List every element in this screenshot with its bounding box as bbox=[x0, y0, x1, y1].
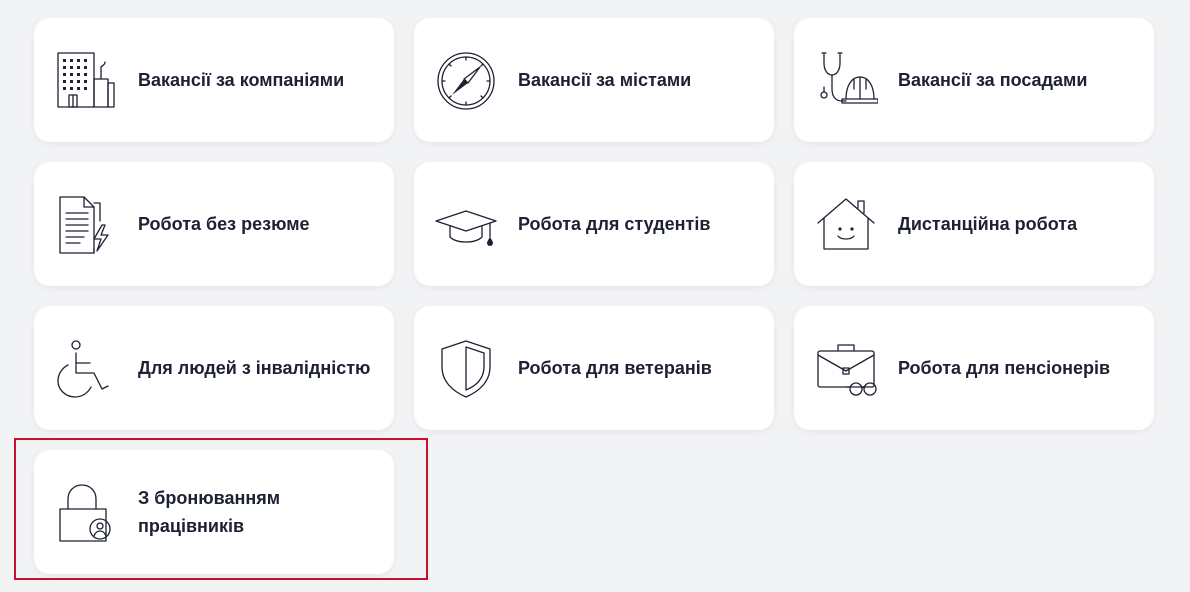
card-label: Робота для студентів bbox=[518, 214, 711, 234]
card-label: Робота для пенсіонерів bbox=[898, 358, 1111, 378]
card-work-for-pensioners[interactable]: Робота для пенсіонерів bbox=[794, 306, 1154, 430]
card-label: Робота для ветеранів bbox=[518, 358, 712, 378]
card-label: Дистанційна робота bbox=[898, 214, 1078, 234]
card-vacancies-by-positions[interactable]: Вакансії за посадами bbox=[794, 18, 1154, 142]
card-work-for-students[interactable]: Робота для студентів bbox=[414, 162, 774, 286]
lock-person-icon bbox=[54, 481, 118, 545]
graduation-cap-icon bbox=[434, 193, 498, 257]
card-vacancies-by-companies[interactable]: Вакансії за компаніями bbox=[34, 18, 394, 142]
shield-icon bbox=[434, 337, 498, 401]
card-work-without-resume[interactable]: Робота без резюме bbox=[34, 162, 394, 286]
card-label: З бронюванням працівників bbox=[138, 488, 281, 536]
card-for-people-with-disabilities[interactable]: Для людей з інвалідністю bbox=[34, 306, 394, 430]
card-label: Вакансії за посадами bbox=[898, 70, 1088, 90]
card-vacancies-by-cities[interactable]: Вакансії за містами bbox=[414, 18, 774, 142]
stethoscope-hardhat-icon bbox=[814, 49, 878, 113]
smiling-house-icon bbox=[814, 193, 878, 257]
card-label: Для людей з інвалідністю bbox=[138, 358, 371, 378]
document-lightning-icon bbox=[54, 193, 118, 257]
card-with-employee-reservation[interactable]: З бронюванням працівників bbox=[34, 450, 394, 574]
briefcase-glasses-icon bbox=[814, 337, 878, 401]
wheelchair-icon bbox=[54, 337, 118, 401]
card-label: Вакансії за містами bbox=[518, 70, 692, 90]
card-work-for-veterans[interactable]: Робота для ветеранів bbox=[414, 306, 774, 430]
office-building-icon bbox=[54, 49, 118, 113]
card-label: Робота без резюме bbox=[138, 214, 310, 234]
card-remote-work[interactable]: Дистанційна робота bbox=[794, 162, 1154, 286]
card-label: Вакансії за компаніями bbox=[138, 70, 345, 90]
compass-icon bbox=[434, 49, 498, 113]
